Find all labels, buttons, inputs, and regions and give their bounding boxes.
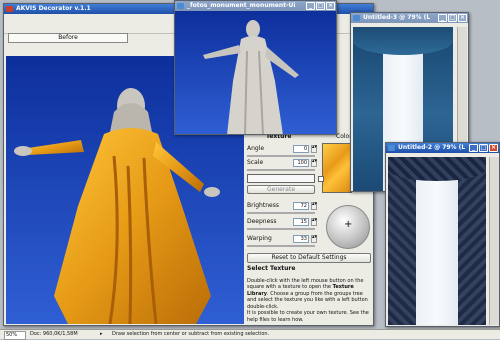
deepness-row: Deepness 15 ▴▾	[247, 217, 317, 226]
texture-swatch[interactable]	[322, 143, 352, 193]
scale-input[interactable]: 100	[293, 158, 309, 167]
maximize-icon[interactable]: □	[316, 2, 325, 10]
untitled2-scrollbar[interactable]	[489, 157, 499, 325]
minimize-icon[interactable]: _	[469, 144, 478, 152]
help-text-2: It is possible to create your own textur…	[247, 310, 369, 323]
maximize-icon[interactable]: □	[448, 14, 457, 22]
untitled3-titlebar[interactable]: Untitled-3 @ 79% (L _ □ ×	[351, 13, 468, 23]
curtain-valance	[388, 157, 486, 181]
warping-label: Warping	[247, 235, 272, 242]
close-icon[interactable]: ×	[458, 14, 467, 22]
minimize-icon[interactable]: _	[438, 14, 447, 22]
warping-spinner[interactable]: ▴▾	[311, 234, 317, 243]
curtain-right	[458, 163, 486, 325]
help-text-1: Double-click with the left mouse button …	[247, 278, 371, 311]
angle-slider[interactable]	[247, 155, 315, 157]
photo-window: _fotos_monument_monument-Ui _ □ ×	[174, 0, 337, 135]
minimize-icon[interactable]: _	[306, 2, 315, 10]
help-title: Select Texture	[247, 265, 296, 272]
curtain-valance	[353, 27, 453, 55]
angle-row: Angle 0 ▴▾	[247, 144, 317, 153]
scale-label: Scale	[247, 159, 264, 166]
angle-spinner[interactable]: ▴▾	[311, 144, 317, 153]
texture-preview-field[interactable]	[247, 174, 315, 183]
crosshair-icon: +	[344, 219, 353, 230]
grey-statue	[203, 20, 299, 134]
warping-input[interactable]: 33	[293, 234, 309, 243]
deepness-slider[interactable]	[247, 228, 315, 230]
scale-spinner[interactable]: ▴▾	[311, 158, 317, 167]
close-icon[interactable]: ×	[326, 2, 335, 10]
close-icon[interactable]: ×	[489, 144, 498, 152]
photoshop-doc-icon	[388, 145, 395, 151]
scale-slider[interactable]	[247, 169, 315, 171]
untitled2-window: Untitled-2 @ 79% (L _ □ ×	[385, 142, 500, 327]
angle-label: Angle	[247, 145, 265, 152]
light-direction-sphere[interactable]: +	[326, 205, 370, 249]
photoshop-doc-icon	[353, 15, 360, 21]
brightness-row: Brightness 72 ▴▾	[247, 201, 317, 210]
brightness-spinner[interactable]: ▴▾	[311, 201, 317, 210]
decorator-title: AKVIS Decorator v.1.1	[16, 5, 91, 12]
status-bar: 50% Doc: 960,0K/1,58M ▸ Draw selection f…	[0, 329, 500, 340]
photo-title: _fotos_monument_monument-Ui	[187, 2, 296, 9]
brightness-label: Brightness	[247, 202, 279, 209]
untitled2-canvas[interactable]	[388, 157, 486, 325]
status-arrow-icon[interactable]: ▸	[100, 330, 103, 339]
help-box: Select Texture Double-click with the lef…	[247, 265, 371, 324]
doc-size: Doc: 960,0K/1,58M	[30, 331, 78, 337]
maximize-icon[interactable]: □	[479, 144, 488, 152]
deepness-spinner[interactable]: ▴▾	[311, 217, 317, 226]
untitled2-titlebar[interactable]: Untitled-2 @ 79% (L _ □ ×	[386, 143, 499, 153]
curtain-left	[353, 37, 383, 191]
photoshop-doc-icon	[177, 3, 184, 9]
status-hint: Draw selection from center or subtract f…	[112, 331, 270, 337]
brightness-slider[interactable]	[247, 212, 315, 214]
window-sheer	[410, 177, 464, 325]
scale-row: Scale 100 ▴▾	[247, 158, 317, 167]
photo-titlebar[interactable]: _fotos_monument_monument-Ui _ □ ×	[175, 1, 336, 11]
brightness-input[interactable]: 72	[293, 201, 309, 210]
photo-window-controls: _ □ ×	[306, 2, 335, 10]
before-tab[interactable]: Before	[8, 33, 128, 43]
curtain-left	[388, 163, 416, 325]
angle-input[interactable]: 0	[293, 144, 309, 153]
reset-default-button[interactable]: Reset to Default Settings	[247, 253, 371, 263]
akvis-app-icon	[6, 6, 13, 12]
generate-button[interactable]: Generate	[247, 185, 315, 194]
deepness-label: Deepness	[247, 218, 277, 225]
untitled2-window-controls: _ □ ×	[469, 144, 498, 152]
deepness-input[interactable]: 15	[293, 217, 309, 226]
untitled2-title: Untitled-2 @ 79% (L	[398, 144, 466, 151]
warping-row: Warping 33 ▴▾	[247, 234, 317, 243]
untitled3-window-controls: _ □ ×	[438, 14, 467, 22]
tile-checkbox[interactable]	[318, 176, 324, 182]
warping-slider[interactable]	[247, 245, 315, 247]
untitled3-title: Untitled-3 @ 79% (L	[363, 14, 431, 21]
